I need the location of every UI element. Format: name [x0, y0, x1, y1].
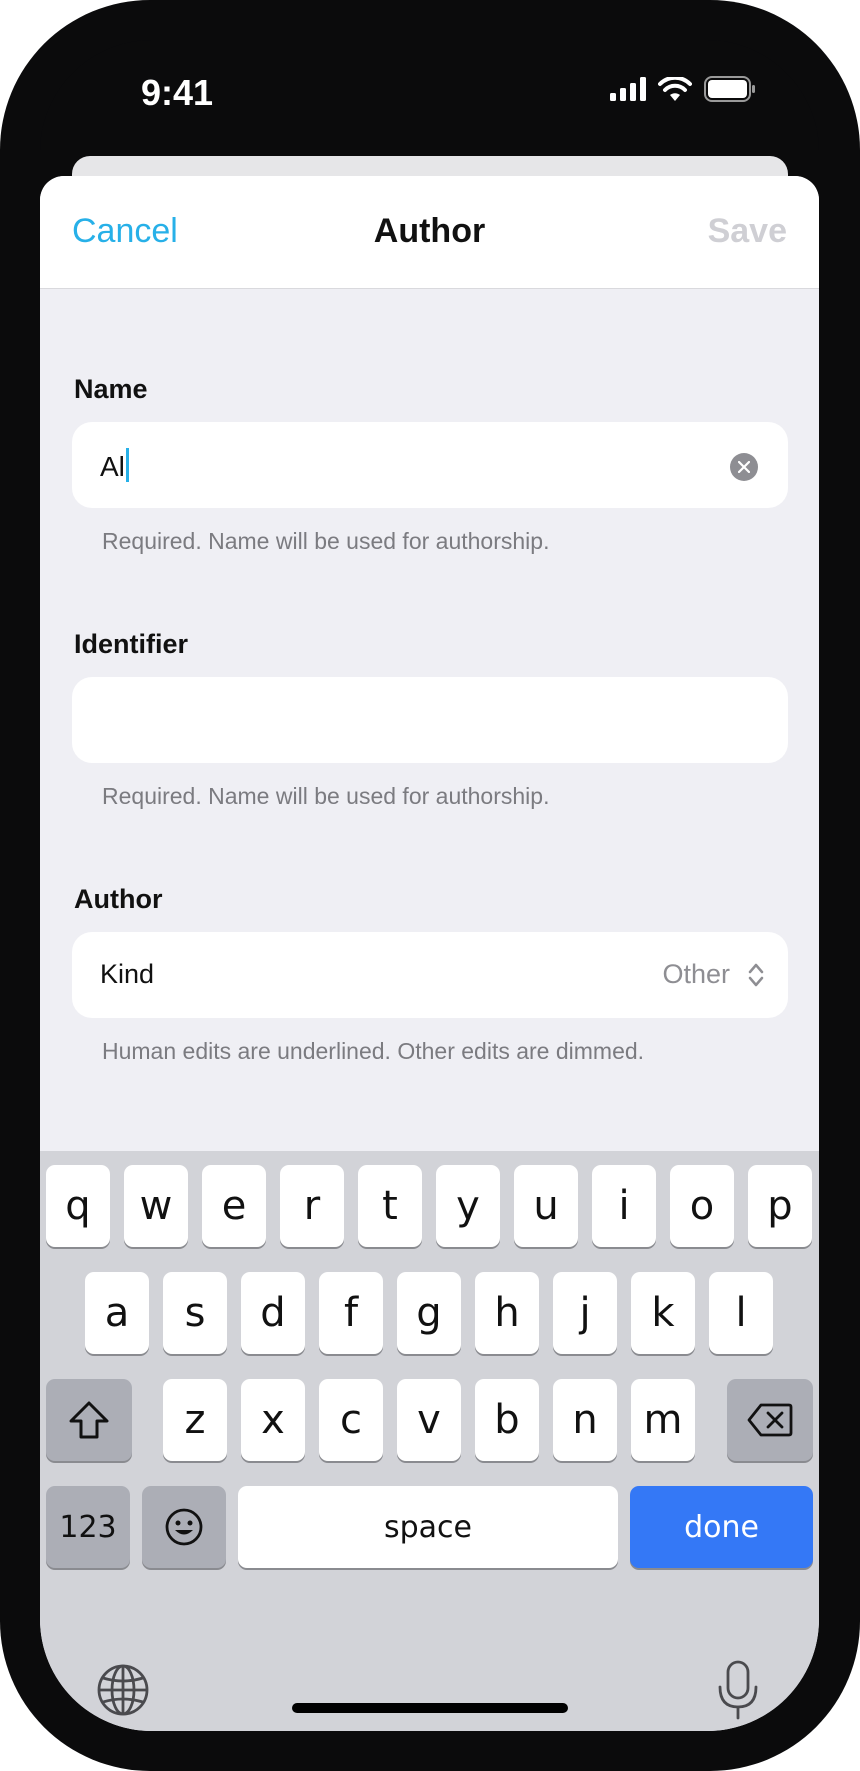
kind-label: Kind — [100, 959, 155, 989]
key-d[interactable]: d — [241, 1272, 305, 1354]
keyboard: q w e r t y u i o p a s d f g h j k l z … — [40, 1151, 819, 1731]
key-f[interactable]: f — [319, 1272, 383, 1354]
key-a[interactable]: a — [85, 1272, 149, 1354]
kind-value: Other — [662, 959, 730, 989]
delete-key[interactable] — [727, 1379, 813, 1461]
identifier-field[interactable] — [72, 677, 788, 763]
key-b[interactable]: b — [475, 1379, 539, 1461]
globe-icon[interactable] — [96, 1663, 150, 1717]
key-x[interactable]: x — [241, 1379, 305, 1461]
author-section-title: Author — [74, 884, 163, 914]
screen: 9:41 Cancel Author Save Name Al Required… — [40, 40, 819, 1731]
key-q[interactable]: q — [46, 1165, 110, 1247]
save-button[interactable]: Save — [708, 212, 787, 251]
phone-frame: 9:41 Cancel Author Save Name Al Required… — [0, 0, 860, 1771]
emoji-key[interactable] — [142, 1486, 226, 1568]
status-icons — [610, 76, 756, 102]
delete-icon — [747, 1403, 793, 1437]
battery-icon — [704, 76, 755, 102]
key-p[interactable]: p — [748, 1165, 812, 1247]
key-m[interactable]: m — [631, 1379, 695, 1461]
key-n[interactable]: n — [553, 1379, 617, 1461]
page-title: Author — [373, 212, 486, 250]
key-v[interactable]: v — [397, 1379, 461, 1461]
shift-key[interactable] — [46, 1379, 132, 1461]
key-k[interactable]: k — [631, 1272, 695, 1354]
signal-icon — [610, 77, 646, 101]
shift-icon — [69, 1401, 109, 1439]
kind-picker[interactable]: Kind Other — [72, 932, 788, 1018]
key-e[interactable]: e — [202, 1165, 266, 1247]
key-y[interactable]: y — [436, 1165, 500, 1247]
key-c[interactable]: c — [319, 1379, 383, 1461]
status-time: 9:41 — [141, 72, 214, 113]
space-key[interactable]: space — [238, 1486, 618, 1568]
chevron-updown-icon — [748, 963, 764, 987]
home-indicator — [292, 1703, 568, 1713]
identifier-helper-text: Required. Name will be used for authorsh… — [102, 783, 550, 809]
done-key[interactable]: done — [630, 1486, 813, 1568]
key-o[interactable]: o — [670, 1165, 734, 1247]
name-field-value: Al — [100, 448, 129, 483]
key-r[interactable]: r — [280, 1165, 344, 1247]
author-helper-text: Human edits are underlined. Other edits … — [102, 1038, 645, 1064]
name-field[interactable]: Al — [72, 422, 788, 508]
key-u[interactable]: u — [514, 1165, 578, 1247]
identifier-section-title: Identifier — [74, 629, 189, 659]
key-j[interactable]: j — [553, 1272, 617, 1354]
key-z[interactable]: z — [163, 1379, 227, 1461]
key-t[interactable]: t — [358, 1165, 422, 1247]
clear-icon[interactable] — [730, 453, 758, 481]
key-i[interactable]: i — [592, 1165, 656, 1247]
key-h[interactable]: h — [475, 1272, 539, 1354]
nav-bar: Cancel Author Save — [40, 176, 819, 289]
status-bar: 9:41 — [40, 40, 819, 150]
microphone-icon[interactable] — [716, 1659, 760, 1721]
emoji-icon — [165, 1508, 203, 1546]
numbers-key[interactable]: 123 — [46, 1486, 130, 1568]
name-section-title: Name — [74, 374, 148, 404]
name-helper-text: Required. Name will be used for authorsh… — [102, 528, 550, 554]
key-w[interactable]: w — [124, 1165, 188, 1247]
key-l[interactable]: l — [709, 1272, 773, 1354]
key-g[interactable]: g — [397, 1272, 461, 1354]
text-caret — [125, 448, 129, 482]
wifi-icon — [658, 77, 692, 101]
key-s[interactable]: s — [163, 1272, 227, 1354]
